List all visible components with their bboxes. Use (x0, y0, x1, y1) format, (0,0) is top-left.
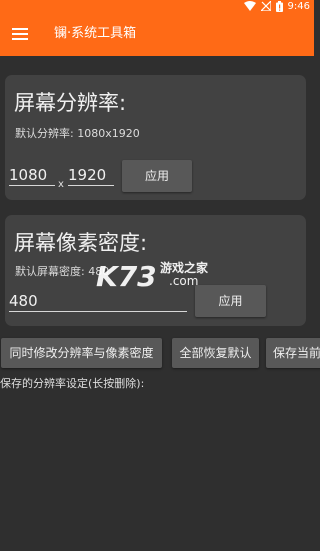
status-bar: 9:46 (0, 0, 314, 12)
default-density-text: 默认屏幕密度: 480 (15, 265, 110, 278)
apply-resolution-button[interactable]: 应用 (122, 160, 192, 192)
width-input[interactable]: 1080 (9, 166, 55, 186)
saved-settings-label: 保存的分辨率设定(长按删除): (0, 377, 145, 390)
density-input[interactable]: 480 (9, 292, 187, 312)
apply-density-button[interactable]: 应用 (195, 285, 266, 317)
apply-both-button[interactable]: 同时修改分辨率与像素密度 (1, 338, 162, 368)
menu-icon[interactable] (8, 23, 32, 45)
battery-alert-icon (275, 0, 283, 12)
resolution-card: 屏幕分辨率: 默认分辨率: 1080x1920 1080 x 1920 应用 (5, 75, 306, 200)
app-bar: 镧·系统工具箱 (0, 12, 314, 56)
status-time: 9:46 (287, 0, 310, 12)
status-icons: 9:46 (243, 0, 310, 12)
resolution-separator: x (58, 179, 64, 190)
height-input[interactable]: 1920 (68, 166, 114, 186)
density-card: 屏幕像素密度: 默认屏幕密度: 480 480 应用 (5, 215, 306, 326)
restore-defaults-button[interactable]: 全部恢复默认 (172, 338, 259, 368)
wifi-icon (243, 1, 256, 11)
save-current-button[interactable]: 保存当前 (266, 338, 320, 368)
resolution-title: 屏幕分辨率: (14, 91, 127, 115)
app-title: 镧·系统工具箱 (54, 26, 137, 41)
no-signal-icon (260, 1, 271, 11)
default-resolution-text: 默认分辨率: 1080x1920 (15, 127, 140, 140)
density-title: 屏幕像素密度: (14, 231, 148, 255)
